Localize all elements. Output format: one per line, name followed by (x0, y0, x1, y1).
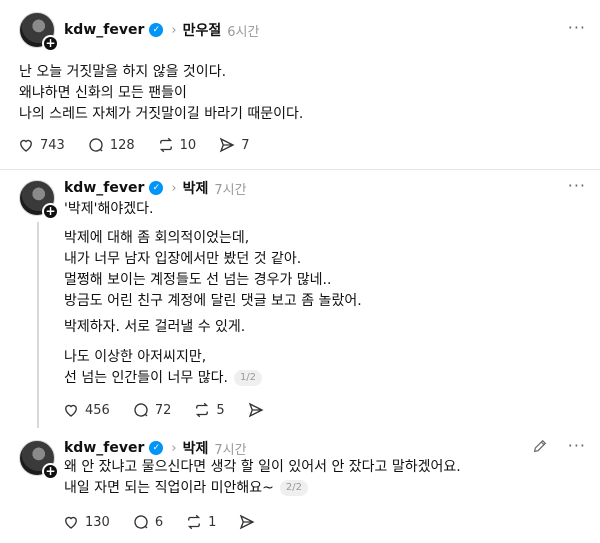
verified-badge-icon: ✓ (149, 23, 164, 37)
reply-button[interactable]: 6 (132, 513, 163, 531)
thread-pager-badge: 2/2 (279, 480, 308, 496)
username[interactable]: kdw_fever (64, 180, 144, 196)
post-body: 박제에 대해 좀 회의적이었는데, 내가 너무 남자 입장에서만 봤던 것 같아… (64, 228, 362, 312)
comment-icon (89, 138, 103, 152)
action-bar: 456 72 5 (62, 401, 292, 419)
avatar[interactable]: + (19, 440, 59, 480)
share-button[interactable] (247, 401, 270, 419)
post-text-line: 왜냐하면 신화의 모든 팬들이 (19, 85, 187, 101)
repost-count: 5 (216, 402, 225, 418)
like-count: 456 (85, 402, 110, 418)
post-body: 난 오늘 거짓말을 하지 않을 것이다. 왜냐하면 신화의 모든 팬들이 나의 … (19, 62, 303, 125)
post-body: 나도 이상한 아저씨지만, 선 넘는 인간들이 너무 많다. 1/2 (64, 347, 263, 389)
send-icon (219, 137, 235, 153)
post-2: + kdw_fever ✓ › 박제 7시간 ··· '박제'해야겠다. 박제에… (0, 170, 600, 430)
like-count: 130 (85, 514, 110, 530)
edit-pencil-icon[interactable] (532, 438, 548, 454)
comment-icon (134, 515, 148, 529)
topic-tag[interactable]: 만우절 (183, 20, 222, 40)
repost-button[interactable]: 5 (193, 401, 225, 419)
topic-tag[interactable]: 박제 (183, 438, 209, 458)
verified-badge-icon: ✓ (149, 181, 164, 195)
heart-icon (65, 404, 77, 417)
repost-icon (196, 402, 209, 418)
reply-button[interactable]: 128 (87, 136, 135, 154)
comment-icon (134, 403, 148, 417)
share-button[interactable]: 7 (218, 136, 249, 154)
thread-pager-badge: 1/2 (233, 370, 263, 386)
post-header: kdw_fever ✓ › 만우절 6시간 (64, 20, 259, 40)
heart-icon (65, 516, 77, 529)
action-bar: 743 128 10 7 (17, 136, 271, 154)
chevron-right-icon: › (171, 180, 177, 196)
reply-count: 6 (154, 514, 164, 530)
timestamp: 6시간 (227, 24, 260, 40)
like-button[interactable]: 130 (62, 513, 110, 531)
username[interactable]: kdw_fever (64, 440, 144, 456)
repost-count: 10 (179, 137, 197, 153)
post-header: kdw_fever ✓ › 박제 7시간 (64, 178, 247, 198)
follow-plus-icon[interactable]: + (42, 203, 59, 220)
repost-icon (159, 137, 172, 153)
post-text-line: 방금도 어린 친구 계정에 달린 댓글 보고 좀 놀랐어. (64, 293, 362, 309)
reply-count: 128 (109, 137, 135, 153)
post-text-line: 박제에 대해 좀 회의적이었는데, (64, 230, 250, 246)
avatar[interactable]: + (19, 12, 59, 52)
follow-plus-icon[interactable]: + (42, 35, 59, 52)
post-3: + kdw_fever ✓ › 박제 7시간 ··· 왜 안 잤냐고 물으신다면… (0, 430, 600, 543)
follow-plus-icon[interactable]: + (42, 463, 59, 480)
reply-count: 72 (154, 402, 172, 418)
send-icon (240, 514, 255, 530)
heart-icon (20, 139, 32, 152)
reply-button[interactable]: 72 (132, 401, 172, 419)
post-text-line: 선 넘는 인간들이 너무 많다. (64, 370, 228, 386)
like-button[interactable]: 456 (62, 401, 110, 419)
post-text-line: 왜 안 잤냐고 물으신다면 생각 할 일이 있어서 안 잤다고 말하겠어요. (64, 459, 461, 475)
repost-icon (187, 514, 201, 530)
share-count: 7 (241, 137, 250, 153)
post-text-line: 멀쩡해 보이는 계정들도 선 넘는 경우가 많네.. (64, 272, 332, 288)
thread-line (37, 222, 39, 428)
send-icon (248, 402, 264, 418)
post-text-line: 박제하자. 서로 걸러낼 수 있게. (64, 319, 246, 335)
like-count: 743 (40, 137, 65, 153)
username[interactable]: kdw_fever (64, 22, 144, 38)
post-1: + kdw_fever ✓ › 만우절 6시간 ··· 난 오늘 거짓말을 하지… (0, 0, 600, 170)
timestamp: 7시간 (214, 182, 247, 198)
post-header: kdw_fever ✓ › 박제 7시간 (64, 438, 247, 458)
topic-tag[interactable]: 박제 (183, 178, 209, 198)
post-text-line: 선 넘는 인간들이 너무 많다. 1/2 (64, 368, 263, 389)
chevron-right-icon: › (171, 440, 177, 456)
verified-badge-icon: ✓ (149, 441, 164, 455)
action-bar: 130 6 1 (62, 513, 283, 531)
post-body: 왜 안 잤냐고 물으신다면 생각 할 일이 있어서 안 잤다고 말하겠어요. 내… (64, 457, 461, 499)
more-options-icon[interactable]: ··· (568, 18, 586, 37)
repost-button[interactable]: 1 (185, 513, 216, 531)
repost-button[interactable]: 10 (157, 136, 197, 154)
post-text-line: '박제'해야겠다. (64, 201, 154, 217)
more-options-icon[interactable]: ··· (568, 436, 586, 455)
post-text-line: 내일 자면 되는 직업이라 미안해요~ 2/2 (64, 478, 461, 499)
more-options-icon[interactable]: ··· (568, 176, 586, 195)
timestamp: 7시간 (214, 442, 247, 458)
like-button[interactable]: 743 (17, 136, 65, 154)
share-button[interactable] (238, 513, 261, 531)
chevron-right-icon: › (171, 22, 177, 38)
post-text-line: 내가 너무 남자 입장에서만 봤던 것 같아. (64, 251, 302, 267)
post-text-line: 나도 이상한 아저씨지만, (64, 349, 207, 365)
post-text-line: 나의 스레드 자체가 거짓말이길 바라기 때문이다. (19, 106, 304, 122)
post-text-line: 내일 자면 되는 직업이라 미안해요~ (64, 480, 274, 496)
post-text-line: 난 오늘 거짓말을 하지 않을 것이다. (19, 64, 227, 80)
repost-count: 1 (208, 514, 217, 530)
avatar[interactable]: + (19, 180, 59, 220)
